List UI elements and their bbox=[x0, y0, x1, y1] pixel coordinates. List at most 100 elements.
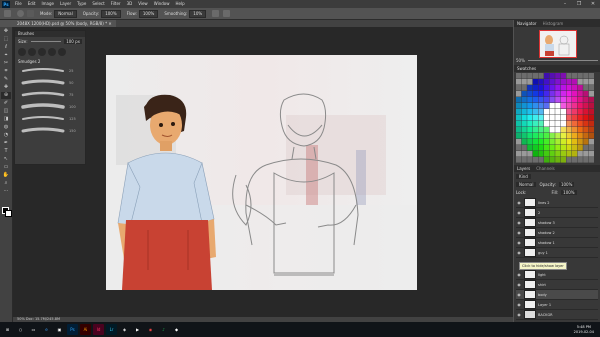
color-swatch[interactable] bbox=[521, 157, 527, 163]
color-swatch[interactable] bbox=[516, 127, 522, 133]
brush-stroke-preview[interactable] bbox=[21, 79, 65, 85]
color-wheel-swatches[interactable] bbox=[516, 73, 596, 163]
color-swatch[interactable] bbox=[583, 73, 589, 79]
color-swatch[interactable] bbox=[544, 151, 550, 157]
color-swatch[interactable] bbox=[544, 157, 550, 163]
marquee-tool-icon[interactable]: ⬚ bbox=[1, 36, 11, 43]
color-swatch[interactable] bbox=[588, 97, 594, 103]
hand-tool-icon[interactable]: ✋ bbox=[1, 172, 11, 179]
color-swatch[interactable] bbox=[521, 97, 527, 103]
color-swatch[interactable] bbox=[527, 121, 533, 127]
lightroom-icon[interactable]: Lr bbox=[106, 324, 117, 335]
color-swatch[interactable] bbox=[555, 139, 561, 145]
brush-stroke-preview[interactable] bbox=[22, 116, 64, 120]
menu-select[interactable]: Select bbox=[89, 0, 107, 8]
color-swatch[interactable] bbox=[549, 97, 555, 103]
color-swatch[interactable] bbox=[560, 127, 566, 133]
color-swatch[interactable] bbox=[549, 73, 555, 79]
color-swatch[interactable] bbox=[544, 109, 550, 115]
color-swatch[interactable] bbox=[577, 97, 583, 103]
color-swatch[interactable] bbox=[544, 91, 550, 97]
eraser-tool-icon[interactable]: ◨ bbox=[1, 116, 11, 123]
app-icon[interactable]: ◈ bbox=[119, 324, 130, 335]
maximize-button[interactable]: ❐ bbox=[572, 0, 586, 8]
mode-select[interactable]: Normal bbox=[54, 9, 77, 18]
color-swatch[interactable] bbox=[521, 139, 527, 145]
color-swatch[interactable] bbox=[566, 97, 572, 103]
color-swatch[interactable] bbox=[532, 157, 538, 163]
color-swatch[interactable] bbox=[572, 103, 578, 109]
color-swatch[interactable] bbox=[516, 145, 522, 151]
color-swatch[interactable] bbox=[572, 151, 578, 157]
indesign-icon[interactable]: Id bbox=[93, 324, 104, 335]
tab-navigator[interactable]: Navigator bbox=[514, 20, 540, 27]
music-icon[interactable]: ♪ bbox=[158, 324, 169, 335]
layer-row[interactable]: ◉ lines 2 bbox=[516, 198, 598, 208]
color-swatch[interactable] bbox=[527, 151, 533, 157]
healing-tool-icon[interactable]: ✚ bbox=[1, 84, 11, 91]
color-swatch[interactable] bbox=[560, 73, 566, 79]
brush-tool-icon[interactable]: ⊕ bbox=[1, 92, 11, 99]
more-tools-icon[interactable]: ⋯ bbox=[1, 188, 11, 195]
color-swatch[interactable] bbox=[560, 121, 566, 127]
color-swatch[interactable] bbox=[527, 133, 533, 139]
layer-row[interactable]: ◉ Layer 1 bbox=[516, 300, 598, 310]
type-tool-icon[interactable]: T bbox=[1, 148, 11, 155]
color-swatch[interactable] bbox=[538, 97, 544, 103]
color-swatch[interactable] bbox=[555, 115, 561, 121]
eye-icon[interactable]: ◉ bbox=[516, 272, 522, 277]
color-swatch[interactable] bbox=[583, 121, 589, 127]
color-swatch[interactable] bbox=[572, 85, 578, 91]
color-swatch[interactable] bbox=[527, 103, 533, 109]
color-swatch[interactable] bbox=[538, 127, 544, 133]
color-swatch[interactable] bbox=[583, 115, 589, 121]
color-swatch[interactable] bbox=[560, 103, 566, 109]
color-swatch[interactable] bbox=[555, 157, 561, 163]
tab-histogram[interactable]: Histogram bbox=[540, 20, 567, 27]
color-swatch[interactable] bbox=[538, 121, 544, 127]
frame-tool-icon[interactable]: ⌗ bbox=[1, 68, 11, 75]
color-swatch[interactable] bbox=[566, 109, 572, 115]
color-swatch[interactable] bbox=[527, 97, 533, 103]
color-swatch[interactable] bbox=[521, 121, 527, 127]
background-color-swatch[interactable] bbox=[5, 210, 12, 217]
color-swatch[interactable] bbox=[588, 73, 594, 79]
color-swatch[interactable] bbox=[572, 109, 578, 115]
eyedropper-tool-icon[interactable]: ✎ bbox=[1, 76, 11, 83]
shape-tool-icon[interactable]: ▭ bbox=[1, 164, 11, 171]
home-icon[interactable] bbox=[4, 10, 11, 17]
tab-swatches[interactable]: Swatches bbox=[514, 65, 539, 72]
color-swatch[interactable] bbox=[538, 79, 544, 85]
color-swatch[interactable] bbox=[532, 73, 538, 79]
color-swatch[interactable] bbox=[572, 73, 578, 79]
color-swatch[interactable] bbox=[532, 133, 538, 139]
color-swatch[interactable] bbox=[549, 127, 555, 133]
search-icon[interactable]: ○ bbox=[15, 324, 26, 335]
color-swatch[interactable] bbox=[538, 151, 544, 157]
color-swatch[interactable] bbox=[532, 91, 538, 97]
color-swatch[interactable] bbox=[560, 139, 566, 145]
color-swatch[interactable] bbox=[549, 91, 555, 97]
color-swatch[interactable] bbox=[521, 73, 527, 79]
eye-icon[interactable]: ◉ bbox=[516, 302, 522, 307]
color-swatch[interactable] bbox=[521, 127, 527, 133]
color-swatch[interactable] bbox=[560, 133, 566, 139]
opacity-field[interactable]: 100% bbox=[101, 9, 121, 18]
color-swatch[interactable] bbox=[566, 157, 572, 163]
layer-fill-field[interactable]: 100% bbox=[561, 190, 577, 195]
color-swatch[interactable] bbox=[538, 91, 544, 97]
color-swatch[interactable] bbox=[527, 85, 533, 91]
color-swatch[interactable] bbox=[538, 157, 544, 163]
color-swatch[interactable] bbox=[521, 109, 527, 115]
brush-preset-icon[interactable] bbox=[58, 48, 66, 56]
color-swatch[interactable] bbox=[560, 145, 566, 151]
color-swatch[interactable] bbox=[572, 133, 578, 139]
layer-row[interactable]: ◉ shirt bbox=[516, 280, 598, 290]
color-swatch[interactable] bbox=[532, 79, 538, 85]
color-swatch[interactable] bbox=[583, 109, 589, 115]
color-swatch[interactable] bbox=[527, 79, 533, 85]
color-swatch[interactable] bbox=[521, 79, 527, 85]
color-swatch[interactable] bbox=[577, 133, 583, 139]
color-swatch[interactable] bbox=[583, 145, 589, 151]
color-swatch[interactable] bbox=[588, 157, 594, 163]
